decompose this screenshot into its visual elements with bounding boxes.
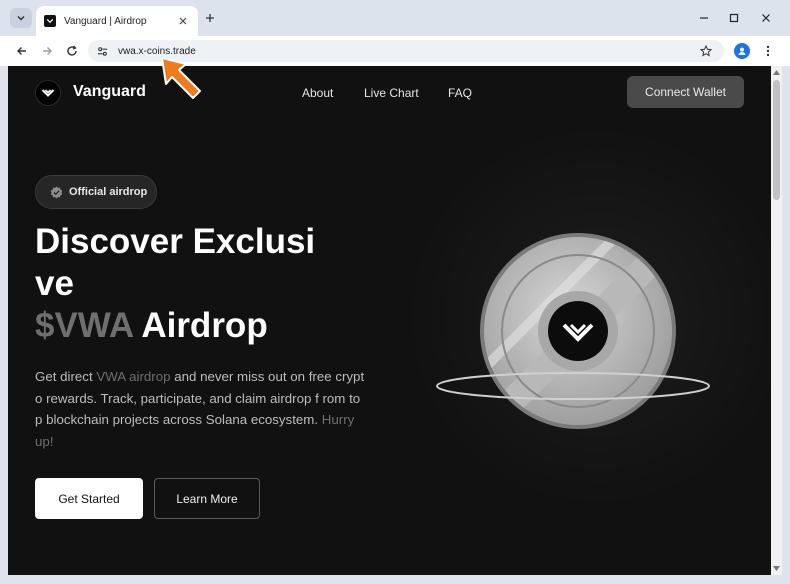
back-arrow-icon[interactable] bbox=[14, 43, 30, 59]
new-tab-icon[interactable] bbox=[202, 10, 218, 26]
window-bottom-frame bbox=[0, 575, 790, 584]
vanguard-logo-icon[interactable] bbox=[35, 80, 61, 106]
verified-check-icon bbox=[50, 185, 63, 199]
badge-label: Official airdrop bbox=[69, 186, 148, 198]
desc-highlight-airdrop: VWA airdrop bbox=[96, 369, 171, 384]
bookmark-star-icon[interactable] bbox=[698, 43, 714, 59]
scroll-down-icon[interactable] bbox=[773, 565, 780, 572]
scrollbar-thumb[interactable] bbox=[773, 80, 780, 200]
tab-search-button[interactable] bbox=[10, 8, 32, 28]
tab-strip: Vanguard | Airdrop bbox=[0, 0, 790, 36]
site-info-icon[interactable] bbox=[94, 43, 110, 59]
tab-vanguard-airdrop[interactable]: Vanguard | Airdrop bbox=[36, 6, 198, 36]
minimize-icon[interactable] bbox=[696, 10, 712, 26]
tab-title: Vanguard | Airdrop bbox=[64, 15, 147, 27]
nav-faq[interactable]: FAQ bbox=[448, 86, 472, 100]
nav-about[interactable]: About bbox=[302, 86, 333, 100]
hero-description: Get direct VWA airdrop and never miss ou… bbox=[35, 366, 365, 452]
headline-line-2: ve bbox=[35, 264, 74, 303]
hero-headline: Discover Exclusi ve $VWA Airdrop bbox=[35, 221, 365, 347]
window-close-icon[interactable] bbox=[758, 10, 774, 26]
maximize-icon[interactable] bbox=[726, 10, 742, 26]
coin-illustration bbox=[436, 233, 710, 429]
get-started-button[interactable]: Get Started bbox=[35, 478, 143, 519]
page-scrollbar[interactable] bbox=[771, 66, 782, 575]
profile-avatar-icon[interactable] bbox=[734, 43, 750, 59]
close-tab-icon[interactable] bbox=[176, 14, 190, 28]
chevron-down-icon bbox=[17, 15, 25, 21]
connect-wallet-button[interactable]: Connect Wallet bbox=[627, 76, 744, 108]
headline-line-1: Discover Exclusi bbox=[35, 222, 316, 261]
headline-ticker: $VWA bbox=[35, 306, 133, 345]
forward-arrow-icon[interactable] bbox=[39, 43, 55, 59]
reload-icon[interactable] bbox=[64, 43, 80, 59]
desc-part-1: Get direct bbox=[35, 369, 97, 384]
learn-more-button[interactable]: Learn More bbox=[154, 478, 260, 519]
site-favicon-icon bbox=[44, 15, 56, 27]
browser-toolbar: vwa.x-coins.trade bbox=[0, 36, 790, 66]
browser-menu-icon[interactable] bbox=[760, 43, 776, 59]
page-viewport: Vanguard About Live Chart FAQ Connect Wa… bbox=[8, 66, 771, 575]
nav-live-chart[interactable]: Live Chart bbox=[364, 86, 419, 100]
official-airdrop-badge: Official airdrop bbox=[35, 175, 157, 209]
headline-rest: Airdrop bbox=[132, 306, 268, 345]
scroll-up-icon[interactable] bbox=[773, 69, 780, 76]
brand-name[interactable]: Vanguard bbox=[73, 83, 146, 101]
annotation-arrow-icon bbox=[161, 57, 201, 99]
